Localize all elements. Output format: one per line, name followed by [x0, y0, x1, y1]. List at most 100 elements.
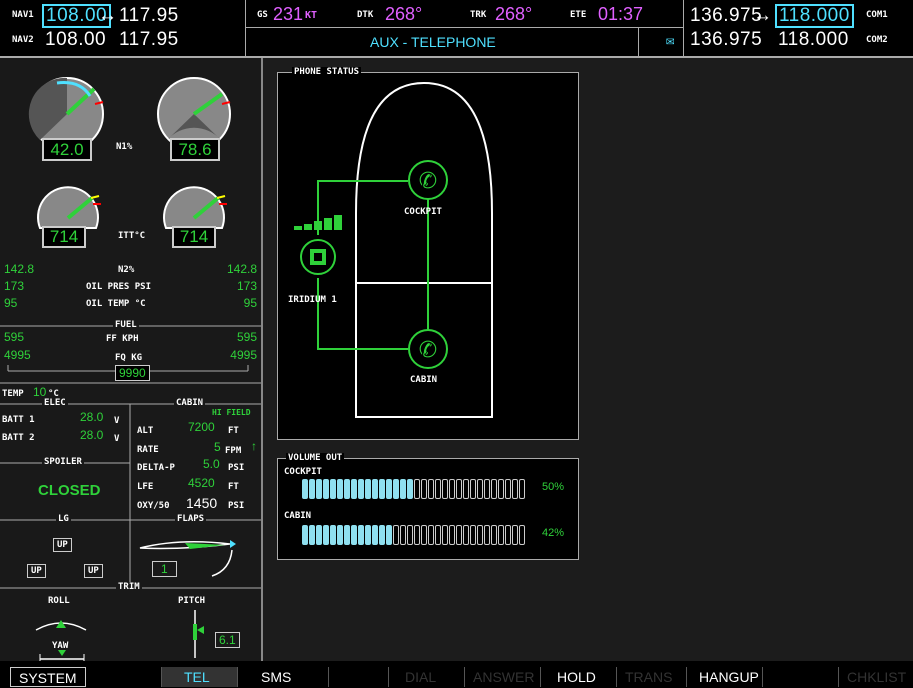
gs-label: GS	[257, 10, 268, 20]
nav1-standby-frequency[interactable]: 117.95	[119, 5, 179, 27]
com1-active-frequency[interactable]: 118.000	[775, 4, 854, 28]
cockpit-volume-slider[interactable]	[302, 479, 526, 499]
softkey-empty-3[interactable]	[763, 667, 839, 687]
cabin-volume-slider[interactable]	[302, 525, 526, 545]
com2-standby-frequency[interactable]: 136.975	[690, 29, 762, 51]
softkey-sms[interactable]: SMS	[253, 667, 329, 687]
elec-section-label: ELEC	[42, 398, 68, 408]
cabin-volume-percent: 42%	[542, 527, 565, 539]
batt2-value: 28.0	[80, 428, 104, 442]
softkey-empty-2[interactable]	[329, 667, 389, 687]
nav2-active-frequency[interactable]: 108.00	[45, 29, 106, 51]
softkey-trans[interactable]: TRANS	[617, 667, 687, 687]
oil-pres-label: OIL PRES PSI	[86, 282, 152, 292]
volume-segment	[414, 525, 420, 545]
oxy-label: OXY/50	[137, 501, 170, 511]
lfe-unit: FT	[228, 482, 239, 492]
volume-segment	[449, 525, 455, 545]
softkey-system[interactable]: SYSTEM	[10, 667, 86, 687]
itt-right-gauge	[163, 186, 227, 229]
n2-left-value: 142.8	[4, 262, 35, 276]
ff-label: FF KPH	[106, 334, 139, 344]
volume-segment	[491, 525, 497, 545]
lfe-label: LFE	[137, 482, 154, 492]
n1-left-readout: 42.0	[42, 138, 92, 161]
nav1-label: NAV1	[12, 10, 34, 20]
signal-bar	[304, 224, 312, 230]
softkey-chklist[interactable]: CHKLIST	[839, 667, 913, 687]
gear-nose-indicator: UP	[53, 538, 72, 552]
softkey-tel[interactable]: TEL	[162, 667, 238, 687]
softkey-empty-1[interactable]	[86, 667, 162, 687]
landing-gear-label: LG	[56, 514, 71, 524]
cockpit-phone-label: COCKPIT	[404, 207, 442, 217]
volume-segment	[393, 525, 399, 545]
hi-field-indicator: HI FIELD	[212, 408, 251, 417]
volume-segment	[519, 479, 525, 499]
volume-segment	[330, 525, 336, 545]
com2-active-frequency[interactable]: 118.000	[778, 29, 849, 51]
volume-segment	[477, 479, 483, 499]
page-title: AUX - TELEPHONE	[370, 34, 496, 50]
itt-left-readout: 714	[42, 226, 86, 248]
trim-section-label: TRIM	[116, 582, 142, 592]
softkey-answer[interactable]: ANSWER	[465, 667, 541, 687]
pitch-trim-label: PITCH	[178, 596, 206, 606]
softkey-dial[interactable]: DIAL	[389, 667, 465, 687]
message-envelope-icon[interactable]: ✉	[666, 33, 674, 49]
volume-segment	[463, 525, 469, 545]
volume-segment	[498, 479, 504, 499]
volume-segment	[365, 479, 371, 499]
trk-label: TRK	[470, 10, 487, 20]
volume-segment	[505, 525, 511, 545]
volume-out-title: VOLUME OUT	[286, 453, 345, 463]
volume-segment	[498, 525, 504, 545]
nav-swap-arrow[interactable]: ↔	[98, 5, 118, 27]
phone-status-box: PHONE STATUS ✆ ✆ COCKPIT CABIN IRIDIUM 1	[277, 67, 579, 440]
flaps-position-value: 1	[152, 561, 177, 577]
lfe-value: 4520	[188, 476, 215, 490]
softkey-hangup[interactable]: HANGUP	[687, 667, 763, 687]
fq-right-value: 4995	[230, 348, 257, 362]
nav2-label: NAV2	[12, 35, 34, 45]
fq-left-value: 4995	[4, 348, 31, 362]
volume-segment	[484, 479, 490, 499]
volume-segment	[358, 525, 364, 545]
spoiler-section-label: SPOILER	[42, 457, 84, 467]
ff-left-value: 595	[4, 330, 25, 344]
ete-value: 01:37	[598, 4, 644, 24]
oil-pres-left-value: 173	[4, 279, 25, 293]
fuel-section-label: FUEL	[113, 320, 139, 330]
cabin-alt-label: ALT	[137, 426, 154, 436]
track-value: 268°	[495, 4, 533, 24]
nav2-standby-frequency[interactable]: 117.95	[119, 29, 179, 51]
flaps-section-label: FLAPS	[175, 514, 207, 524]
com1-standby-frequency[interactable]: 136.975	[690, 5, 762, 27]
desired-track-value: 268°	[385, 4, 423, 24]
volume-segment	[323, 525, 329, 545]
svg-text:✆: ✆	[419, 338, 437, 363]
n2-right-value: 142.8	[226, 262, 257, 276]
volume-segment	[456, 479, 462, 499]
spoiler-status: CLOSED	[38, 482, 101, 499]
volume-segment	[316, 479, 322, 499]
cockpit-volume-label: COCKPIT	[284, 467, 322, 477]
com-swap-arrow[interactable]: ↔	[753, 5, 773, 27]
gear-left-indicator: UP	[27, 564, 46, 578]
volume-segment	[414, 479, 420, 499]
gear-right-indicator: UP	[84, 564, 103, 578]
volume-segment	[435, 525, 441, 545]
volume-segment	[442, 479, 448, 499]
volume-segment	[344, 479, 350, 499]
aux-telephone-page: PHONE STATUS ✆ ✆ COCKPIT CABIN IRIDIUM 1…	[263, 58, 913, 661]
volume-segment	[421, 479, 427, 499]
temp-value: 10	[33, 385, 47, 399]
iridium-label: IRIDIUM 1	[288, 295, 337, 305]
signal-bar	[294, 226, 302, 230]
ground-speed-unit: KT	[305, 10, 318, 21]
volume-segment	[491, 479, 497, 499]
softkey-hold[interactable]: HOLD	[541, 667, 617, 687]
volume-segment	[379, 525, 385, 545]
batt1-unit: V	[114, 416, 120, 426]
cockpit-volume-percent: 50%	[542, 481, 565, 493]
